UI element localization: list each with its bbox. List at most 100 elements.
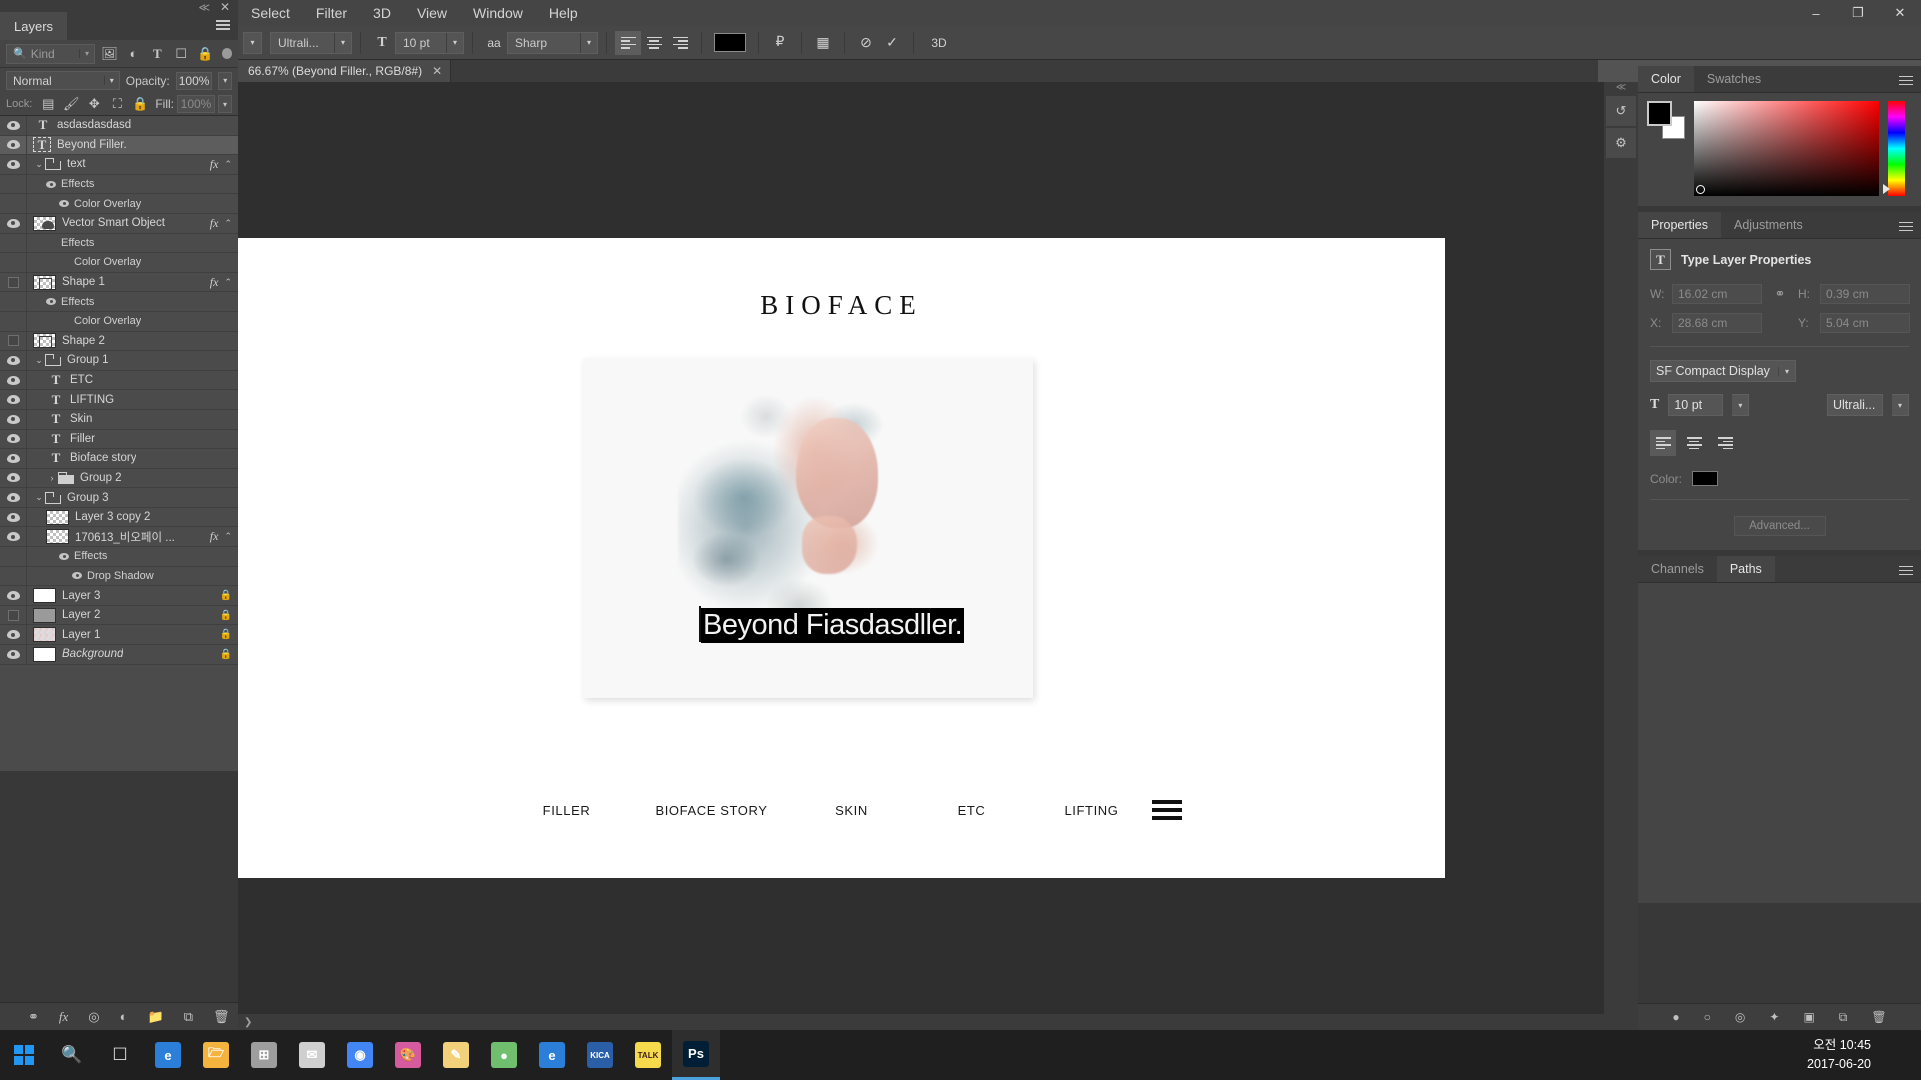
notepad-icon[interactable]: ✎ <box>432 1030 480 1080</box>
layer-visibility-on-icon[interactable] <box>0 507 27 527</box>
panel-menu-icon[interactable] <box>216 20 230 30</box>
layer-visibility-on-icon[interactable] <box>0 194 27 213</box>
tab-swatches[interactable]: Swatches <box>1694 66 1774 92</box>
x-field[interactable]: 28.68 cm <box>1672 313 1762 333</box>
text-color-swatch[interactable] <box>1692 471 1719 486</box>
foreground-color-swatch[interactable] <box>1647 101 1672 126</box>
opacity-value[interactable]: 100% <box>175 71 213 90</box>
canvas-bottom-scrollbar[interactable]: ❯ <box>238 1014 1638 1030</box>
fill-value[interactable]: 100% <box>177 95 215 113</box>
nav-item-filler[interactable]: FILLER <box>502 803 632 818</box>
font-family-prev-arrow[interactable]: ▾ <box>243 31 262 54</box>
align-right-button[interactable] <box>1712 430 1738 456</box>
layer-visibility-on-icon[interactable] <box>0 213 27 233</box>
hue-slider[interactable] <box>1883 101 1905 196</box>
layer-row[interactable]: Vector Smart Object fx ⌃ <box>0 213 238 234</box>
layer-visibility-on-icon[interactable] <box>0 116 27 135</box>
menu-select[interactable]: Select <box>238 2 303 24</box>
layer-visibility-on-icon[interactable] <box>0 547 27 566</box>
close-icon[interactable]: ✕ <box>432 64 442 78</box>
layer-row[interactable]: Layer 1 🔒 <box>0 625 238 646</box>
tab-channels[interactable]: Channels <box>1638 556 1717 582</box>
tab-color[interactable]: Color <box>1638 66 1694 92</box>
mail-icon[interactable]: ✉ <box>288 1030 336 1080</box>
nav-item-lifting[interactable]: LIFTING <box>1032 803 1152 818</box>
chevron-down-icon[interactable]: ⌄ <box>33 492 45 503</box>
document-tab[interactable]: 66.67% (Beyond Filler., RGB/8#) ✕ <box>238 60 452 82</box>
align-center-button[interactable] <box>641 31 667 55</box>
3d-text-button[interactable]: 3D <box>922 31 956 55</box>
selected-text-layer[interactable]: Beyond Fiasdasdller. <box>701 608 965 643</box>
layer-row[interactable]: T Filler <box>0 429 238 450</box>
close-panel-icon[interactable]: ✕ <box>220 0 230 14</box>
chevron-right-icon[interactable]: ❯ <box>244 1017 252 1028</box>
adjustment-layer-icon[interactable]: ◐ <box>120 1009 128 1024</box>
antialias-dropdown[interactable]: Sharp ▾ <box>507 31 598 54</box>
cancel-edit-button[interactable]: ⊘ <box>853 31 879 55</box>
layer-row[interactable]: Effects <box>0 174 238 195</box>
layer-visibility-on-icon[interactable] <box>0 527 27 547</box>
layer-visibility-off-icon[interactable] <box>0 233 27 253</box>
tab-adjustments[interactable]: Adjustments <box>1721 212 1816 238</box>
color-field[interactable] <box>1694 101 1879 196</box>
add-mask-icon[interactable]: ▣ <box>1803 1010 1814 1024</box>
layer-visibility-on-icon[interactable] <box>0 351 27 370</box>
layer-visibility-on-icon[interactable] <box>0 174 27 194</box>
lock-image-icon[interactable]: 🖌 <box>61 94 81 114</box>
make-work-path-icon[interactable]: ✦ <box>1769 1010 1779 1024</box>
load-selection-icon[interactable]: ◎ <box>1735 1010 1745 1024</box>
layer-visibility-on-icon[interactable] <box>0 645 27 664</box>
artboard[interactable]: BIOFACE Beyond Fiasdasdller. FILLER BIOF… <box>238 238 1445 878</box>
adjustment-filter-icon[interactable]: ◐ <box>124 44 143 64</box>
layer-row[interactable]: T Skin <box>0 409 238 430</box>
layer-visibility-on-icon[interactable] <box>0 409 27 429</box>
layer-row[interactable]: Effects <box>0 292 238 312</box>
maximize-button[interactable]: ❐ <box>1837 0 1879 26</box>
shape-filter-icon[interactable]: ☐ <box>172 44 191 64</box>
menu-3d[interactable]: 3D <box>360 2 404 24</box>
add-style-icon[interactable]: fx <box>59 1009 68 1025</box>
text-color-button[interactable] <box>710 31 750 55</box>
blend-mode-select[interactable]: Normal ▾ <box>6 71 120 90</box>
link-layers-icon[interactable]: ⚭ <box>28 1009 39 1025</box>
menu-window[interactable]: Window <box>460 2 536 24</box>
menu-help[interactable]: Help <box>536 2 591 24</box>
layer-visibility-on-icon[interactable] <box>0 135 27 155</box>
layer-row[interactable]: Tasdasdasdasd <box>0 116 238 136</box>
browser2-icon[interactable]: ● <box>480 1030 528 1080</box>
show-desktop-button[interactable] <box>1913 1030 1921 1080</box>
delete-layer-icon[interactable]: 🗑 <box>213 1009 230 1025</box>
history-icon[interactable]: ↺ <box>1606 96 1636 126</box>
align-center-button[interactable] <box>1681 430 1707 456</box>
layer-visibility-on-icon[interactable] <box>0 449 27 468</box>
smartobject-filter-icon[interactable]: 🔒 <box>196 44 215 64</box>
new-group-icon[interactable]: 📁 <box>148 1009 164 1025</box>
font-size-dropdown[interactable]: 10 pt ▾ <box>395 31 464 54</box>
nav-item-skin[interactable]: SKIN <box>792 803 912 818</box>
collapse-panel-icon[interactable]: ≪ <box>198 1 210 14</box>
layer-visibility-on-icon[interactable] <box>0 429 27 449</box>
layer-row[interactable]: T Bioface story <box>0 449 238 469</box>
nav-item-bioface-story[interactable]: BIOFACE STORY <box>632 803 792 818</box>
layer-visibility-on-icon[interactable] <box>0 468 27 488</box>
lock-artboard-icon[interactable]: ⛶ <box>107 94 127 114</box>
paths-panel-body[interactable] <box>1638 583 1921 903</box>
advanced-button[interactable]: Advanced... <box>1733 516 1826 536</box>
link-dimensions-icon[interactable]: ⚭ <box>1762 286 1798 302</box>
task-view-icon[interactable]: ☐ <box>96 1030 144 1080</box>
layer-visibility-on-icon[interactable] <box>0 586 27 605</box>
layer-visibility-off-icon[interactable] <box>0 311 27 331</box>
font-size-field[interactable]: 10 pt <box>1668 394 1724 416</box>
menu-view[interactable]: View <box>404 2 460 24</box>
layer-row[interactable]: Color Overlay <box>0 253 238 273</box>
windows-start-icon[interactable] <box>0 1030 48 1080</box>
file-explorer-icon[interactable]: 🗁 <box>192 1030 240 1080</box>
layer-effects-badge[interactable]: fx <box>210 275 219 290</box>
layer-effects-badge[interactable]: fx <box>210 529 219 544</box>
chevron-up-icon[interactable]: ⌃ <box>224 531 232 542</box>
layer-row[interactable]: Effects <box>0 233 238 254</box>
menu-filter[interactable]: Filter <box>303 2 360 24</box>
chrome-icon[interactable]: ◉ <box>336 1030 384 1080</box>
kica-icon[interactable]: KICA <box>576 1030 624 1080</box>
commit-edit-button[interactable]: ✓ <box>879 31 905 55</box>
